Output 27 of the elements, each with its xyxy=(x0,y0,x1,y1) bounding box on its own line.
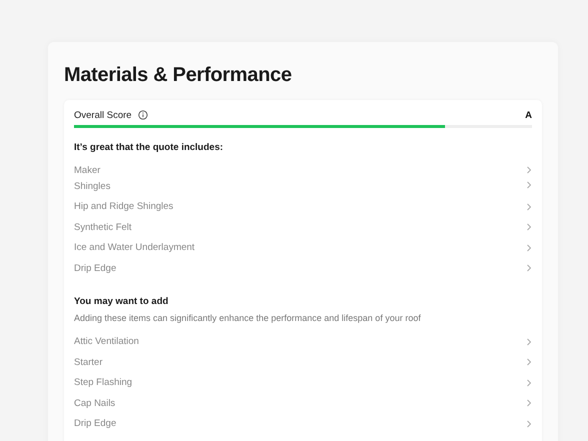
list-item[interactable]: Hip and Ridge Shingles xyxy=(74,196,532,217)
chevron-icon xyxy=(526,223,532,232)
score-grade: A xyxy=(525,110,532,120)
list-item[interactable]: Maker xyxy=(74,160,532,180)
list-item[interactable]: Synthetic Felt xyxy=(74,217,532,238)
section-heading: It’s great that the quote includes: xyxy=(74,142,224,154)
chevron-icon xyxy=(526,399,532,408)
chevron-icon xyxy=(526,202,532,211)
page-title: Materials & Performance xyxy=(64,63,293,88)
list-item[interactable]: Shingles xyxy=(74,180,532,196)
list-item[interactable]: Drip Edge xyxy=(74,258,532,278)
list-item[interactable]: Starter xyxy=(74,352,532,372)
list-item[interactable]: Ice and Water Underlayment xyxy=(74,238,532,258)
chevron-icon xyxy=(526,244,532,252)
chevron-icon xyxy=(526,378,532,387)
score-label: Overall Score xyxy=(74,110,132,120)
info-icon[interactable] xyxy=(138,110,148,120)
list-item[interactable]: Step Flashing xyxy=(74,372,532,393)
section-description: Adding these items can significantly enhance the performance and lifespan of your roof xyxy=(74,312,422,324)
section-heading: You may want to add xyxy=(74,296,170,308)
chevron-icon xyxy=(526,338,532,346)
chevron-icon xyxy=(526,358,532,366)
list-item[interactable]: Drip Edge xyxy=(74,414,532,434)
list-item[interactable]: Cap Nails xyxy=(74,393,532,414)
list-item[interactable]: Attic Ventilation xyxy=(74,332,532,352)
chevron-icon xyxy=(526,420,532,428)
chevron-icon xyxy=(526,264,532,272)
